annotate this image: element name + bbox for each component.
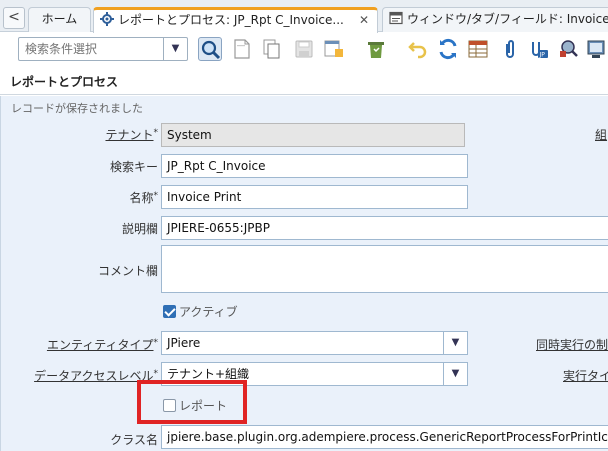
copy-record-icon	[263, 39, 280, 59]
search-key-field[interactable]: JP_Rpt C_Invoice	[161, 154, 468, 178]
chevron-down-icon[interactable]: ▼	[443, 363, 467, 385]
checkbox-checked-icon[interactable]	[163, 305, 176, 318]
tab-window-tab-field[interactable]: ウィンドウ/タブ/フィールド: Invoice	[382, 7, 608, 32]
classname-label: クラス名	[110, 433, 158, 447]
delete-icon	[368, 42, 384, 58]
close-tab-icon[interactable]: ✕	[359, 10, 369, 30]
grid-toggle-button[interactable]	[466, 37, 490, 61]
active-checkbox[interactable]: アクティブ	[163, 303, 238, 320]
description-label: 説明欄	[121, 222, 158, 236]
search-icon	[201, 40, 221, 60]
name-label: 名称*	[129, 191, 158, 205]
comment-label: コメント欄	[97, 264, 158, 278]
description-field[interactable]: JPIERE-0655:JPBP	[161, 216, 608, 240]
undo-icon	[408, 42, 427, 59]
name-field[interactable]: Invoice Print	[161, 185, 468, 209]
zoom-across-button[interactable]	[556, 37, 580, 61]
search-key-label: 検索キー	[109, 160, 158, 174]
gear-icon	[100, 12, 114, 26]
form-icon	[587, 40, 605, 58]
chevron-down-icon[interactable]: ▼	[163, 38, 187, 60]
chat-button[interactable]: JP	[526, 37, 550, 61]
new-record-button[interactable]	[230, 37, 254, 61]
comment-textarea[interactable]	[161, 245, 608, 293]
tenant-label[interactable]: テナント*	[105, 126, 158, 143]
highlight-annotation-box	[137, 380, 247, 424]
refresh-button[interactable]	[436, 37, 460, 61]
search-query-input[interactable]	[19, 38, 163, 60]
grid-toggle-icon	[468, 40, 488, 58]
execution-type-label[interactable]: 実行タイ	[563, 367, 608, 384]
chevron-down-icon[interactable]: ▼	[443, 332, 467, 354]
search-button[interactable]	[198, 37, 222, 61]
copy-record-button[interactable]	[260, 37, 284, 61]
refresh-icon	[439, 38, 457, 60]
classname-field[interactable]: jpiere.base.plugin.org.adempiere.process…	[161, 425, 608, 449]
tab-report-process-label: レポートとプロセス: JP_Rpt C_Invoice...	[118, 13, 344, 27]
concurrent-execution-label[interactable]: 同時実行の制	[536, 336, 608, 353]
delete-button[interactable]	[364, 37, 388, 61]
new-record-icon	[234, 39, 250, 59]
tab-window-tab-field-label: ウィンドウ/タブ/フィールド: Invoice	[407, 12, 608, 26]
undo-button[interactable]	[406, 37, 430, 61]
data-access-level-value: テナント+組織	[167, 367, 250, 381]
zoom-across-icon	[560, 40, 578, 57]
form-button[interactable]	[584, 37, 608, 61]
save-create-icon	[324, 40, 343, 57]
svg-text:JP: JP	[539, 52, 546, 59]
detail-form: レコードが保存されました テナント* System 組 検索キー JP_Rpt …	[0, 96, 608, 451]
entity-type-value: JPiere	[167, 336, 201, 350]
chat-icon: JP	[532, 42, 548, 59]
tab-home[interactable]: ホーム	[28, 7, 91, 32]
org-label[interactable]: 組	[595, 126, 607, 143]
attachment-icon	[506, 40, 514, 58]
window-icon	[389, 10, 403, 25]
search-query-combobox[interactable]: ▼	[18, 37, 188, 61]
attachment-button[interactable]	[498, 37, 522, 61]
window-tab-bar: < ホーム レポートとプロセス: JP_Rpt C_Invoice... ✕ ウ…	[0, 0, 608, 33]
save-icon	[295, 40, 313, 58]
window-title: レポートとプロセス	[10, 75, 119, 89]
tenant-field: System	[161, 123, 465, 147]
window-header: レポートとプロセス	[0, 67, 608, 95]
tab-scroll-left-button[interactable]: <	[3, 7, 25, 29]
entity-type-label[interactable]: エンティティタイプ*	[47, 336, 158, 353]
entity-type-select[interactable]: JPiere ▼	[161, 331, 468, 355]
toolbar: ▼ JP	[0, 33, 608, 67]
save-create-button[interactable]	[322, 37, 346, 61]
status-message: レコードが保存されました	[11, 102, 143, 115]
active-label: アクティブ	[179, 305, 238, 319]
save-button[interactable]	[292, 37, 316, 61]
tab-report-process[interactable]: レポートとプロセス: JP_Rpt C_Invoice... ✕	[93, 7, 378, 33]
